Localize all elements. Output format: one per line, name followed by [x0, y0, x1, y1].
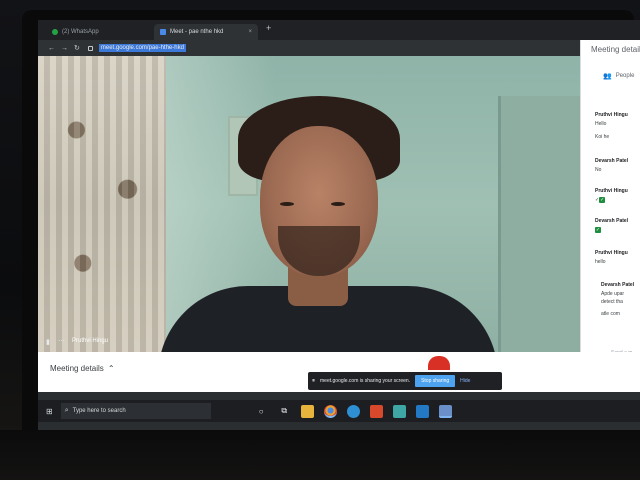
- chat-message: Devarsh Patel Apde upar detect tha atle …: [601, 282, 634, 318]
- edge-icon[interactable]: [346, 404, 360, 418]
- participant-name: Pruthvi Hingu: [72, 338, 109, 344]
- end-call-button[interactable]: [428, 356, 450, 370]
- reload-icon[interactable]: ↻: [74, 45, 80, 52]
- desk-surface: [0, 430, 640, 480]
- meet-icon: [160, 29, 166, 35]
- chat-message: Pruthvi Hingu hello: [595, 250, 628, 266]
- message-text: No: [595, 167, 602, 173]
- pin-icon[interactable]: ▮: [46, 338, 50, 346]
- address-bar: ← → ↻ meet.google.com/pae-hthe-hkd: [38, 40, 640, 56]
- taskbar-search[interactable]: ⌕ Type here to search: [60, 403, 211, 419]
- tab-meet[interactable]: Meet - pae nthe hkd ×: [154, 24, 258, 40]
- tab-label: Meet - pae nthe hkd: [170, 29, 224, 35]
- tab-whatsapp[interactable]: (2) WhatsApp: [46, 24, 142, 40]
- meeting-details-label: Meeting details: [50, 364, 104, 373]
- people-icon: 👥: [603, 73, 612, 80]
- participant-video: ▮ ⋯ Pruthvi Hingu: [38, 56, 604, 352]
- message-text: detect tha: [601, 299, 623, 305]
- lock-icon[interactable]: [87, 45, 93, 51]
- url-field[interactable]: meet.google.com/pae-hthe-hkd: [98, 44, 186, 52]
- message-text: ✓✓: [595, 197, 606, 203]
- people-label: People: [615, 73, 635, 79]
- message-text: atle com: [601, 311, 620, 317]
- windows-start-icon[interactable]: ⊞: [46, 407, 53, 416]
- stop-sharing-button[interactable]: Stop sharing: [415, 375, 456, 387]
- chat-message: Devarsh Patel No: [595, 158, 628, 174]
- photo-background: (2) WhatsApp Meet - pae nthe hkd × + ← →…: [0, 0, 640, 480]
- chat-message: Pruthvi Hingu Hello Koi he: [595, 112, 628, 141]
- check-icon: ✓: [595, 227, 601, 233]
- task-view-icon[interactable]: ⧉: [278, 405, 291, 418]
- chat-message: Pruthvi Hingu ✓✓: [595, 188, 628, 204]
- app-icon[interactable]: [438, 404, 452, 418]
- forward-icon[interactable]: →: [61, 45, 68, 52]
- search-placeholder: Type here to search: [72, 408, 126, 414]
- people-tab[interactable]: 👥 People: [603, 72, 634, 80]
- browser-tab-strip: (2) WhatsApp Meet - pae nthe hkd × +: [38, 20, 640, 40]
- back-icon[interactable]: ←: [48, 45, 55, 52]
- chevron-up-icon: ⌃: [107, 364, 115, 373]
- meeting-controls-bar: Meeting details ⌃ ⏸ meet.google.com is s…: [38, 352, 640, 392]
- check-icon: ✓: [599, 197, 606, 203]
- chrome-icon[interactable]: [323, 404, 337, 418]
- new-tab-button[interactable]: +: [266, 23, 271, 33]
- message-text: Koi he: [595, 134, 610, 140]
- taskbar-apps: ○ ⧉: [255, 404, 452, 418]
- message-sender: Devarsh Patel: [595, 218, 629, 224]
- meeting-details-button[interactable]: Meeting details ⌃: [50, 364, 115, 373]
- message-text: Apde upar: [601, 291, 625, 297]
- file-explorer-icon[interactable]: [300, 404, 314, 418]
- panel-title: Meeting details: [591, 45, 640, 54]
- whatsapp-icon: [52, 29, 58, 35]
- pause-icon: ⏸: [312, 377, 316, 384]
- vscode-icon[interactable]: [415, 404, 429, 418]
- hide-button[interactable]: Hide: [460, 378, 470, 384]
- left-eye: [280, 202, 294, 206]
- message-text: ✓: [595, 226, 628, 234]
- screen-share-banner: ⏸ meet.google.com is sharing your screen…: [308, 372, 502, 390]
- close-icon[interactable]: ×: [248, 29, 252, 35]
- message-sender: Devarsh Patel: [601, 282, 635, 288]
- chat-message: Devarsh Patel ✓: [595, 218, 628, 234]
- message-text: Hello: [595, 121, 607, 127]
- laptop-screen: (2) WhatsApp Meet - pae nthe hkd × + ← →…: [38, 20, 640, 430]
- message-sender: Pruthvi Hingu: [595, 250, 628, 256]
- right-eye: [331, 202, 345, 206]
- message-text: hello: [595, 259, 606, 265]
- share-message: meet.google.com is sharing your screen.: [320, 378, 411, 384]
- office-icon[interactable]: [369, 404, 383, 418]
- message-sender: Pruthvi Hingu: [595, 112, 628, 118]
- cortana-icon[interactable]: ○: [255, 405, 268, 418]
- windows-taskbar: ⊞ ⌕ Type here to search ○ ⧉: [38, 400, 640, 422]
- message-sender: Devarsh Patel: [595, 158, 629, 164]
- message-sender: Pruthvi Hingu: [595, 188, 628, 194]
- curtain: [38, 56, 166, 352]
- more-options-icon[interactable]: ⋯: [58, 337, 65, 345]
- search-icon: ⌕: [64, 407, 69, 414]
- tab-label: (2) WhatsApp: [62, 29, 99, 35]
- store-icon[interactable]: [392, 404, 406, 418]
- meeting-details-panel: Meeting details 👥 People Pruthvi Hingu H…: [580, 40, 640, 370]
